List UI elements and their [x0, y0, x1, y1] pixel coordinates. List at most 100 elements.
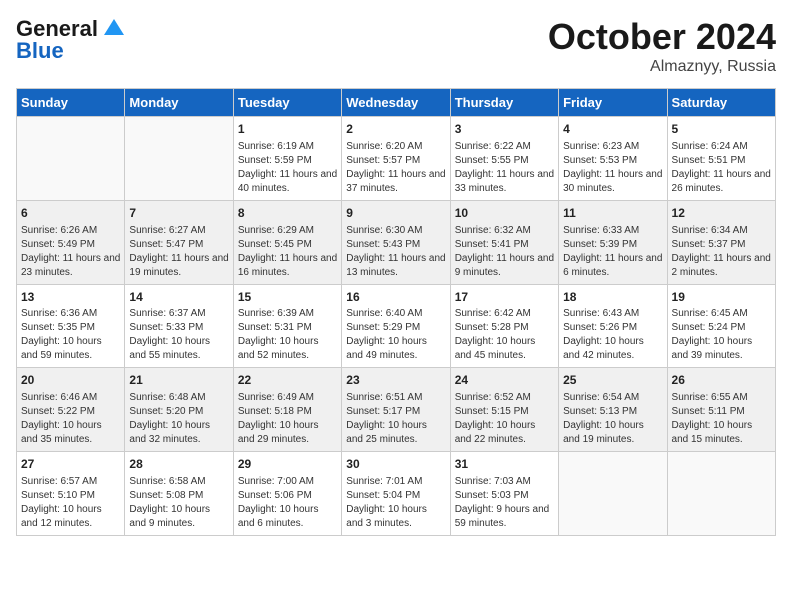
day-info: Sunrise: 6:20 AMSunset: 5:57 PMDaylight:… [346, 140, 445, 196]
calendar-cell: 8 Sunrise: 6:29 AMSunset: 5:45 PMDaylight… [233, 200, 341, 284]
calendar-cell: 16Sunrise: 6:40 AMSunset: 5:29 PMDayligh… [342, 284, 450, 368]
page-title: October 2024 [548, 16, 776, 58]
day-number: 2 [346, 121, 445, 138]
day-number: 21 [129, 372, 228, 389]
calendar-cell: 14Sunrise: 6:37 AMSunset: 5:33 PMDayligh… [125, 284, 233, 368]
day-number: 1 [238, 121, 337, 138]
day-number: 22 [238, 372, 337, 389]
day-number: 11 [563, 205, 662, 222]
day-number: 30 [346, 456, 445, 473]
day-number: 18 [563, 289, 662, 306]
day-info: Sunrise: 6:45 AMSunset: 5:24 PMDaylight:… [672, 307, 771, 363]
calendar-cell: 22 Sunrise: 6:49 AMSunset: 5:18 PMDayligh… [233, 368, 341, 452]
day-info: Sunrise: 6:22 AMSunset: 5:55 PMDaylight:… [455, 140, 554, 196]
calendar-cell: 10Sunrise: 6:32 AMSunset: 5:41 PMDayligh… [450, 200, 558, 284]
day-of-week-header: Monday [125, 89, 233, 117]
calendar-cell [17, 117, 125, 201]
calendar-cell: 15Sunrise: 6:39 AMSunset: 5:31 PMDayligh… [233, 284, 341, 368]
day-number: 31 [455, 456, 554, 473]
day-of-week-header: Tuesday [233, 89, 341, 117]
day-info: Sunrise: 7:01 AMSunset: 5:04 PMDaylight:… [346, 475, 445, 531]
day-info: Sunrise: 7:00 AMSunset: 5:06 PMDaylight:… [238, 475, 337, 531]
calendar-cell: 2 Sunrise: 6:20 AMSunset: 5:57 PMDaylight… [342, 117, 450, 201]
day-number: 19 [672, 289, 771, 306]
day-info: Sunrise: 6:36 AMSunset: 5:35 PMDaylight:… [21, 307, 120, 363]
day-of-week-header: Wednesday [342, 89, 450, 117]
day-number: 4 [563, 121, 662, 138]
day-number: 6 [21, 205, 120, 222]
day-info: Sunrise: 6:30 AMSunset: 5:43 PMDaylight:… [346, 224, 445, 280]
calendar-cell: 13Sunrise: 6:36 AMSunset: 5:35 PMDayligh… [17, 284, 125, 368]
day-info: Sunrise: 6:46 AMSunset: 5:22 PMDaylight:… [21, 391, 120, 447]
day-of-week-header: Friday [559, 89, 667, 117]
page-header: General Blue October 2024 Almaznyy, Russ… [16, 16, 776, 76]
calendar-cell: 7Sunrise: 6:27 AMSunset: 5:47 PMDaylight… [125, 200, 233, 284]
calendar-cell: 6 Sunrise: 6:26 AMSunset: 5:49 PMDaylight… [17, 200, 125, 284]
calendar-cell: 19Sunrise: 6:45 AMSunset: 5:24 PMDayligh… [667, 284, 775, 368]
calendar-cell: 20 Sunrise: 6:46 AMSunset: 5:22 PMDayligh… [17, 368, 125, 452]
day-info: Sunrise: 6:33 AMSunset: 5:39 PMDaylight:… [563, 224, 662, 280]
calendar-cell: 23 Sunrise: 6:51 AMSunset: 5:17 PMDayligh… [342, 368, 450, 452]
calendar-cell [125, 117, 233, 201]
day-of-week-header: Sunday [17, 89, 125, 117]
day-info: Sunrise: 6:54 AMSunset: 5:13 PMDaylight:… [563, 391, 662, 447]
calendar-cell: 27Sunrise: 6:57 AMSunset: 5:10 PMDayligh… [17, 452, 125, 536]
calendar-cell: 5Sunrise: 6:24 AMSunset: 5:51 PMDaylight… [667, 117, 775, 201]
calendar-week-row: 20 Sunrise: 6:46 AMSunset: 5:22 PMDayligh… [17, 368, 776, 452]
day-info: Sunrise: 6:52 AMSunset: 5:15 PMDaylight:… [455, 391, 554, 447]
calendar-cell: 17Sunrise: 6:42 AMSunset: 5:28 PMDayligh… [450, 284, 558, 368]
day-number: 7 [129, 205, 228, 222]
day-number: 8 [238, 205, 337, 222]
day-info: Sunrise: 6:49 AMSunset: 5:18 PMDaylight:… [238, 391, 337, 447]
calendar-cell: 29 Sunrise: 7:00 AMSunset: 5:06 PMDayligh… [233, 452, 341, 536]
day-info: Sunrise: 6:55 AMSunset: 5:11 PMDaylight:… [672, 391, 771, 447]
calendar-cell: 21 Sunrise: 6:48 AMSunset: 5:20 PMDayligh… [125, 368, 233, 452]
day-info: Sunrise: 6:39 AMSunset: 5:31 PMDaylight:… [238, 307, 337, 363]
logo: General Blue [16, 16, 124, 64]
calendar-week-row: 27Sunrise: 6:57 AMSunset: 5:10 PMDayligh… [17, 452, 776, 536]
day-info: Sunrise: 6:58 AMSunset: 5:08 PMDaylight:… [129, 475, 228, 531]
day-info: Sunrise: 7:03 AMSunset: 5:03 PMDaylight:… [455, 475, 554, 531]
calendar-cell: 4Sunrise: 6:23 AMSunset: 5:53 PMDaylight… [559, 117, 667, 201]
day-info: Sunrise: 6:19 AMSunset: 5:59 PMDaylight:… [238, 140, 337, 196]
calendar-week-row: 1 Sunrise: 6:19 AMSunset: 5:59 PMDaylight… [17, 117, 776, 201]
day-number: 12 [672, 205, 771, 222]
title-block: October 2024 Almaznyy, Russia [548, 16, 776, 76]
day-of-week-header: Thursday [450, 89, 558, 117]
calendar-cell: 1 Sunrise: 6:19 AMSunset: 5:59 PMDaylight… [233, 117, 341, 201]
calendar-cell: 24 Sunrise: 6:52 AMSunset: 5:15 PMDayligh… [450, 368, 558, 452]
day-number: 28 [129, 456, 228, 473]
logo-blue: Blue [16, 38, 64, 64]
day-number: 13 [21, 289, 120, 306]
calendar-cell: 11 Sunrise: 6:33 AMSunset: 5:39 PMDayligh… [559, 200, 667, 284]
page-subtitle: Almaznyy, Russia [548, 58, 776, 76]
calendar-cell: 18Sunrise: 6:43 AMSunset: 5:26 PMDayligh… [559, 284, 667, 368]
day-number: 9 [346, 205, 445, 222]
day-number: 23 [346, 372, 445, 389]
calendar-cell: 12 Sunrise: 6:34 AMSunset: 5:37 PMDayligh… [667, 200, 775, 284]
calendar-week-row: 6 Sunrise: 6:26 AMSunset: 5:49 PMDaylight… [17, 200, 776, 284]
calendar-cell: 31 Sunrise: 7:03 AMSunset: 5:03 PMDayligh… [450, 452, 558, 536]
day-of-week-header: Saturday [667, 89, 775, 117]
day-number: 29 [238, 456, 337, 473]
day-number: 20 [21, 372, 120, 389]
day-number: 27 [21, 456, 120, 473]
day-info: Sunrise: 6:26 AMSunset: 5:49 PMDaylight:… [21, 224, 120, 280]
day-info: Sunrise: 6:34 AMSunset: 5:37 PMDaylight:… [672, 224, 771, 280]
day-info: Sunrise: 6:42 AMSunset: 5:28 PMDaylight:… [455, 307, 554, 363]
day-info: Sunrise: 6:37 AMSunset: 5:33 PMDaylight:… [129, 307, 228, 363]
day-number: 16 [346, 289, 445, 306]
calendar-cell: 30 Sunrise: 7:01 AMSunset: 5:04 PMDayligh… [342, 452, 450, 536]
day-number: 17 [455, 289, 554, 306]
calendar-cell: 3Sunrise: 6:22 AMSunset: 5:55 PMDaylight… [450, 117, 558, 201]
day-number: 24 [455, 372, 554, 389]
day-number: 14 [129, 289, 228, 306]
calendar-cell [667, 452, 775, 536]
day-info: Sunrise: 6:51 AMSunset: 5:17 PMDaylight:… [346, 391, 445, 447]
day-info: Sunrise: 6:48 AMSunset: 5:20 PMDaylight:… [129, 391, 228, 447]
day-info: Sunrise: 6:43 AMSunset: 5:26 PMDaylight:… [563, 307, 662, 363]
calendar-table: SundayMondayTuesdayWednesdayThursdayFrid… [16, 88, 776, 536]
calendar-header-row: SundayMondayTuesdayWednesdayThursdayFrid… [17, 89, 776, 117]
day-number: 25 [563, 372, 662, 389]
day-info: Sunrise: 6:29 AMSunset: 5:45 PMDaylight:… [238, 224, 337, 280]
